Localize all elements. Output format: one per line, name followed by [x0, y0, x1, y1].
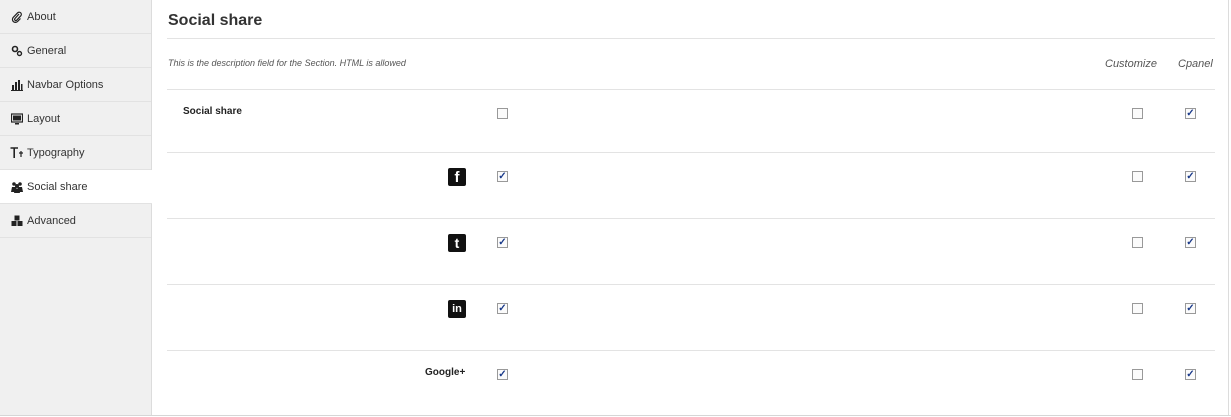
column-header-customize: Customize — [1105, 58, 1157, 70]
google-plus-customize-checkbox[interactable] — [1132, 369, 1143, 380]
main-panel: Social share This is the description fie… — [152, 0, 1231, 415]
sidebar-item-label: Layout — [27, 112, 61, 125]
gears-icon — [10, 44, 24, 58]
sidebar-item-about[interactable]: About — [0, 0, 151, 34]
sidebar-item-advanced[interactable]: Advanced — [0, 204, 151, 238]
twitter-cpanel-checkbox[interactable]: ✓ — [1185, 237, 1196, 248]
sidebar-item-label: Advanced — [27, 214, 76, 227]
social-share-enable-checkbox[interactable] — [497, 108, 508, 119]
row-divider — [167, 284, 1215, 285]
section-description: This is the description field for the Se… — [168, 58, 406, 68]
title-divider — [167, 38, 1215, 39]
row-label-social-share: Social share — [183, 106, 242, 117]
checkmark: ✓ — [1186, 302, 1195, 314]
checkmark: ✓ — [498, 236, 507, 248]
linkedin-icon: in — [448, 300, 466, 318]
sidebar-item-label: Social share — [27, 180, 88, 193]
row-label-google-plus: Google+ — [425, 367, 466, 378]
paperclip-icon — [10, 10, 24, 24]
panel-bottom-border — [0, 415, 1231, 416]
sidebar: About General Navbar Options Layout Typo… — [0, 0, 152, 415]
sidebar-item-label: General — [27, 44, 67, 57]
row-divider — [167, 350, 1215, 351]
checkmark: ✓ — [498, 368, 507, 380]
sidebar-item-general[interactable]: General — [0, 34, 151, 68]
header-divider — [167, 89, 1215, 90]
checkmark: ✓ — [1186, 107, 1195, 119]
row-divider — [167, 218, 1215, 219]
checkmark: ✓ — [1186, 170, 1195, 182]
users-icon — [10, 180, 24, 194]
facebook-enable-checkbox[interactable]: ✓ — [497, 171, 508, 182]
checkmark: ✓ — [1186, 368, 1195, 380]
sidebar-item-typography[interactable]: Typography — [0, 136, 151, 170]
linkedin-cpanel-checkbox[interactable]: ✓ — [1185, 303, 1196, 314]
twitter-enable-checkbox[interactable]: ✓ — [497, 237, 508, 248]
bar-chart-icon — [10, 78, 24, 92]
sidebar-item-navbar-options[interactable]: Navbar Options — [0, 68, 151, 102]
sidebar-item-label: Typography — [27, 146, 85, 159]
row-divider — [167, 152, 1215, 153]
text-size-icon — [10, 146, 24, 160]
facebook-icon: f — [448, 168, 466, 186]
facebook-cpanel-checkbox[interactable]: ✓ — [1185, 171, 1196, 182]
column-header-cpanel: Cpanel — [1178, 58, 1213, 70]
sidebar-item-label: Navbar Options — [27, 78, 104, 91]
panel-right-border — [1228, 0, 1229, 415]
google-plus-cpanel-checkbox[interactable]: ✓ — [1185, 369, 1196, 380]
section-title: Social share — [168, 12, 263, 29]
social-share-cpanel-checkbox[interactable]: ✓ — [1185, 108, 1196, 119]
checkmark: ✓ — [1186, 236, 1195, 248]
monitor-icon — [10, 112, 24, 126]
sidebar-item-label: About — [27, 10, 56, 23]
sidebar-item-social-share[interactable]: Social share — [0, 170, 152, 204]
checkmark: ✓ — [498, 170, 507, 182]
cubes-icon — [10, 214, 24, 228]
social-share-customize-checkbox[interactable] — [1132, 108, 1143, 119]
google-plus-enable-checkbox[interactable]: ✓ — [497, 369, 508, 380]
facebook-customize-checkbox[interactable] — [1132, 171, 1143, 182]
twitter-icon: t — [448, 234, 466, 252]
checkmark: ✓ — [498, 302, 507, 314]
twitter-customize-checkbox[interactable] — [1132, 237, 1143, 248]
linkedin-customize-checkbox[interactable] — [1132, 303, 1143, 314]
linkedin-enable-checkbox[interactable]: ✓ — [497, 303, 508, 314]
sidebar-item-layout[interactable]: Layout — [0, 102, 151, 136]
